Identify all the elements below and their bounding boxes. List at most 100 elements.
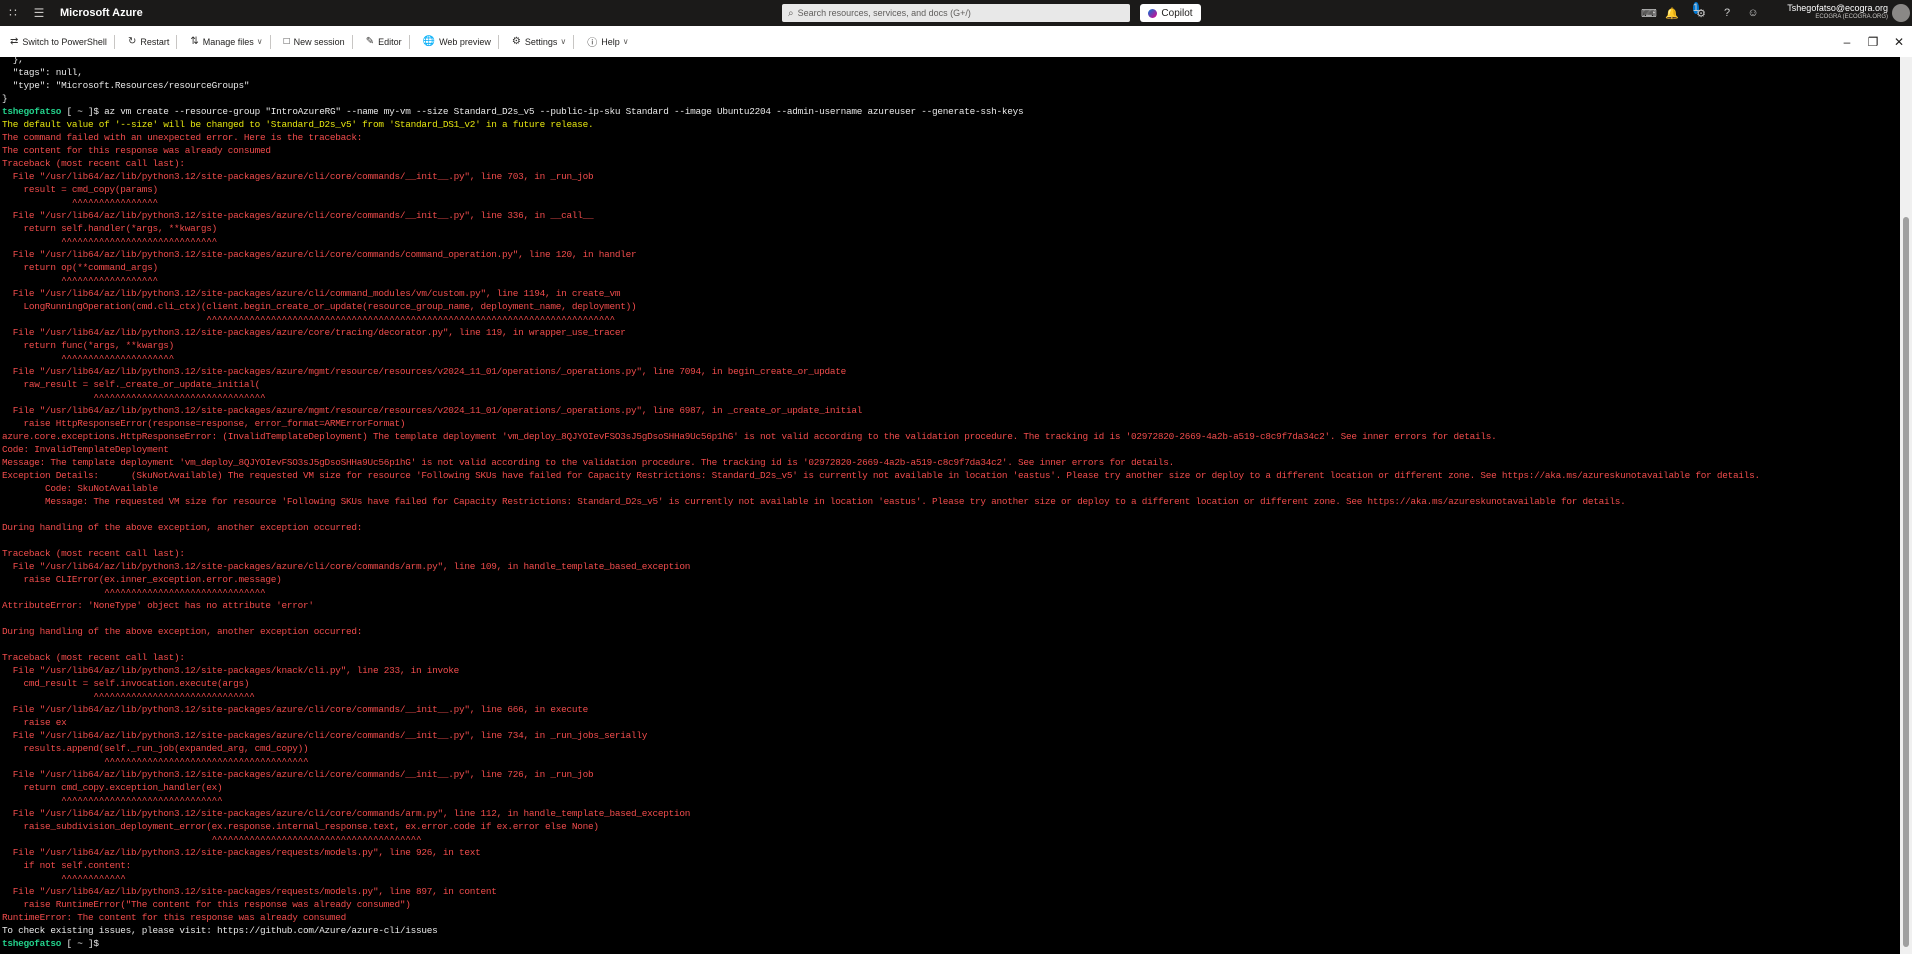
editor-icon: ✎ <box>365 36 375 47</box>
scrollbar-thumb[interactable] <box>1903 217 1909 947</box>
terminal-line: File "/usr/lib64/az/lib/python3.12/site-… <box>2 847 481 858</box>
header-icons: ⌨ 🔔 1 ⚙ ? ☺ <box>1636 0 1766 26</box>
switch-shell-label: Switch to PowerShell <box>22 36 107 47</box>
terminal-line: Message: The requested VM size for resou… <box>2 496 1626 507</box>
terminal-line: File "/usr/lib64/az/lib/python3.12/site-… <box>2 327 626 338</box>
chevron-down-icon: ∨ <box>560 37 567 46</box>
divider <box>573 34 575 49</box>
search-icon: ⌕ <box>788 7 794 19</box>
divider <box>497 34 499 49</box>
terminal-line: "tags": null, <box>2 67 83 78</box>
terminal-line: "type": "Microsoft.Resources/resourceGro… <box>2 80 250 91</box>
divider <box>269 34 271 49</box>
account-directory: ECOGRA (ECOGRA.ORG) <box>1815 14 1888 20</box>
terminal-line: The default value of '--size' will be ch… <box>2 119 594 130</box>
terminal-line: ^^^^^^^^^^^^^^^^^^^^^ <box>2 353 175 364</box>
terminal-line: File "/usr/lib64/az/lib/python3.12/site-… <box>2 366 847 377</box>
terminal-line: AttributeError: 'NoneType' object has no… <box>2 600 314 611</box>
copilot-label: Copilot <box>1161 7 1193 19</box>
help-icon[interactable]: ? <box>1714 7 1740 19</box>
terminal-line: During handling of the above exception, … <box>2 626 363 637</box>
terminal-line: Traceback (most recent call last): <box>2 158 185 169</box>
terminal-line: Traceback (most recent call last): <box>2 652 185 663</box>
terminal-line: File "/usr/lib64/az/lib/python3.12/site-… <box>2 561 691 572</box>
divider <box>408 34 410 49</box>
terminal-scrollbar[interactable] <box>1900 57 1912 954</box>
command-text: az vm create --resource-group "IntroAzur… <box>104 106 1024 117</box>
settings-button[interactable]: ⚙ Settings ∨ <box>508 31 570 53</box>
terminal-line: ^^^^^^^^^^^^^^^^^^^^^^^^^^^^^^ <box>2 587 266 598</box>
terminal-line: File "/usr/lib64/az/lib/python3.12/site-… <box>2 769 594 780</box>
new-session-button[interactable]: □ New session <box>280 31 349 53</box>
web-preview-button[interactable]: 🌐 Web preview <box>419 31 495 53</box>
gear-icon: ⚙ <box>511 36 521 47</box>
terminal-line: File "/usr/lib64/az/lib/python3.12/site-… <box>2 288 621 299</box>
terminal-line: ^^^^^^^^^^^^ <box>2 873 126 884</box>
terminal-line: Traceback (most recent call last): <box>2 548 185 559</box>
window-controls: – ❐ ✕ <box>1834 26 1912 57</box>
brand-title[interactable]: Microsoft Azure <box>60 7 143 19</box>
terminal-line: File "/usr/lib64/az/lib/python3.12/site-… <box>2 249 637 260</box>
terminal-line: ^^^^^^^^^^^^^^^^ <box>2 197 158 208</box>
terminal-line: During handling of the above exception, … <box>2 522 363 533</box>
restart-button[interactable]: ↻ Restart <box>124 31 173 53</box>
global-search-input[interactable]: ⌕ Search resources, services, and docs (… <box>782 4 1130 22</box>
terminal-line: }, <box>2 57 24 65</box>
terminal-line: Message: The template deployment 'vm_dep… <box>2 457 1174 468</box>
terminal-line: ^^^^^^^^^^^^^^^^^^^^^^^^^^^^^^^^^^^^^^^^… <box>2 314 615 325</box>
manage-files-label: Manage files <box>202 36 254 47</box>
terminal-line: return cmd_copy.exception_handler(ex) <box>2 782 223 793</box>
terminal-line: raise CLIError(ex.inner_exception.error.… <box>2 574 282 585</box>
terminal-line: The content for this response was alread… <box>2 145 271 156</box>
terminal-line: File "/usr/lib64/az/lib/python3.12/site-… <box>2 171 594 182</box>
copilot-button[interactable]: Copilot <box>1140 4 1201 22</box>
help-button[interactable]: ⓘ Help ∨ <box>583 31 632 53</box>
app-launcher-icon[interactable]: ∷ <box>0 0 26 26</box>
terminal-line: results.append(self._run_job(expanded_ar… <box>2 743 309 754</box>
editor-button[interactable]: ✎ Editor <box>362 31 406 53</box>
restart-icon: ↻ <box>127 36 137 47</box>
new-session-icon: □ <box>283 36 290 47</box>
maximize-icon[interactable]: ❐ <box>1860 35 1886 49</box>
terminal-line: raise RuntimeError("The content for this… <box>2 899 411 910</box>
upload-download-icon: ⇅ <box>190 36 199 47</box>
copilot-icon <box>1148 8 1158 18</box>
terminal-line: raw_result = self._create_or_update_init… <box>2 379 261 390</box>
account-menu[interactable]: Tshegofatso@ecogra.org ECOGRA (ECOGRA.OR… <box>1762 3 1888 21</box>
terminal-line: ^^^^^^^^^^^^^^^^^^ <box>2 275 158 286</box>
terminal-line: File "/usr/lib64/az/lib/python3.12/site-… <box>2 808 691 819</box>
terminal-prompt-line: tshegofatso [ ~ ]$ az vm create --resour… <box>2 105 1024 118</box>
avatar[interactable] <box>1892 4 1910 22</box>
settings-gear-icon[interactable]: ⚙ <box>1688 7 1714 20</box>
terminal-line: raise ex <box>2 717 67 728</box>
hamburger-menu-icon[interactable]: ☰ <box>26 0 52 26</box>
terminal-line: ^^^^^^^^^^^^^^^^^^^^^^^^^^^^^^^^^^^^^^^ <box>2 834 422 845</box>
switch-shell-button[interactable]: ⇄ Switch to PowerShell <box>6 31 111 53</box>
cloud-shell-toolbar: ⇄ Switch to PowerShell ↻ Restart ⇅ Manage f… <box>0 26 1912 58</box>
close-icon[interactable]: ✕ <box>1886 35 1912 49</box>
settings-label: Settings <box>524 36 558 47</box>
search-placeholder: Search resources, services, and docs (G+… <box>797 8 971 18</box>
web-preview-label: Web preview <box>439 36 491 47</box>
terminal-line: ^^^^^^^^^^^^^^^^^^^^^^^^^^^^^^^^ <box>2 392 266 403</box>
minimize-icon[interactable]: – <box>1834 35 1860 49</box>
globe-icon: 🌐 <box>422 36 436 47</box>
terminal-line: File "/usr/lib64/az/lib/python3.12/site-… <box>2 210 594 221</box>
terminal-line: } <box>2 93 8 104</box>
cloud-shell-icon[interactable]: ⌨ <box>1636 7 1662 20</box>
prompt-path: [ ~ ]$ <box>61 938 105 949</box>
terminal-line: if not self.content: <box>2 860 132 871</box>
terminal-line: return func(*args, **kwargs) <box>2 340 175 351</box>
terminal-output[interactable]: }, "tags": null, "type": "Microsoft.Reso… <box>0 57 1900 954</box>
divider <box>351 34 353 49</box>
divider <box>176 34 178 49</box>
terminal-line: raise_subdivision_deployment_error(ex.re… <box>2 821 599 832</box>
terminal-line: File "/usr/lib64/az/lib/python3.12/site-… <box>2 886 497 897</box>
terminal-line: result = cmd_copy(params) <box>2 184 159 195</box>
manage-files-button[interactable]: ⇅ Manage files ∨ <box>186 31 266 53</box>
help-circle-icon: ⓘ <box>587 38 598 49</box>
prompt-user: tshegofatso <box>2 106 62 117</box>
notifications-icon[interactable]: 🔔 1 <box>1662 1 1699 20</box>
terminal-line: LongRunningOperation(cmd.cli_ctx)(client… <box>2 301 637 312</box>
terminal-line: File "/usr/lib64/az/lib/python3.12/site-… <box>2 665 459 676</box>
